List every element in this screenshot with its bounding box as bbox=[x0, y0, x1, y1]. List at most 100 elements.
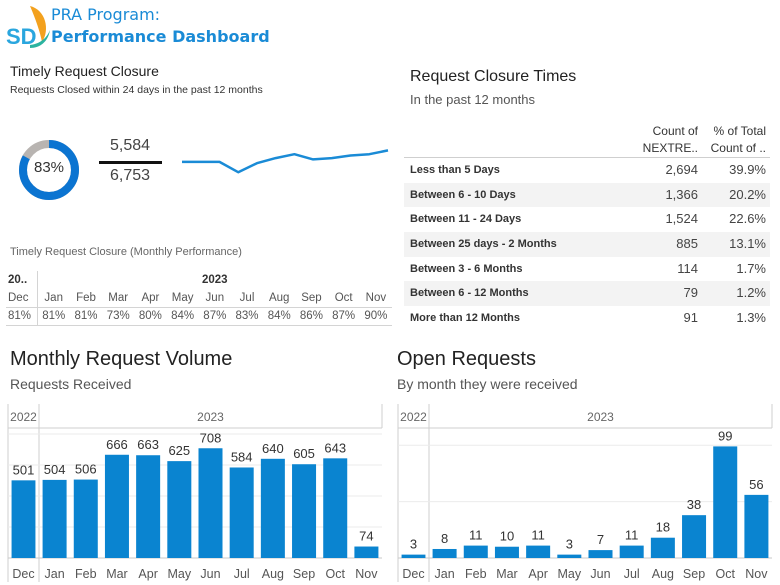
bar-value-label: 643 bbox=[324, 440, 346, 455]
month-value-cell[interactable]: 83% bbox=[230, 307, 264, 326]
row-count: 91 bbox=[683, 310, 698, 326]
bar-aug[interactable] bbox=[650, 537, 675, 558]
category-label-jun: Jun bbox=[200, 567, 220, 581]
row-count: 114 bbox=[677, 260, 698, 276]
bar-value-label: 708 bbox=[200, 430, 222, 445]
percent-column-header[interactable]: % of Total bbox=[700, 124, 766, 138]
bar-value-label: 504 bbox=[44, 462, 66, 477]
month-value-cell[interactable]: 90% bbox=[359, 307, 392, 326]
sparkline-series bbox=[182, 149, 389, 174]
month-header-sep: Sep bbox=[295, 289, 328, 308]
count-column-header-line2[interactable]: NEXTRE.. bbox=[620, 141, 698, 155]
bar-nov[interactable] bbox=[354, 546, 379, 558]
category-label-dec: Dec bbox=[402, 567, 424, 581]
month-value-cell[interactable]: 73% bbox=[102, 307, 135, 326]
closure-times-row[interactable]: Between 25 days - 2 Months 885 13.1% bbox=[404, 232, 770, 257]
bar-sep[interactable] bbox=[682, 515, 707, 558]
category-label-aug: Aug bbox=[262, 567, 284, 581]
closure-times-row[interactable]: Between 6 - 10 Days 1,366 20.2% bbox=[404, 182, 770, 208]
bar-aug[interactable] bbox=[260, 458, 285, 558]
month-value-cell[interactable]: 81% bbox=[37, 307, 70, 326]
bar-dec[interactable] bbox=[401, 554, 426, 558]
category-label-jul: Jul bbox=[624, 567, 640, 581]
row-label: Between 6 - 10 Days bbox=[410, 188, 516, 201]
bar-nov[interactable] bbox=[744, 494, 769, 558]
bar-dec[interactable] bbox=[11, 480, 36, 558]
month-value-cell[interactable]: 84% bbox=[263, 307, 296, 326]
bar-value-label: 7 bbox=[597, 532, 604, 547]
month-header-mar: Mar bbox=[102, 289, 135, 308]
bar-jun[interactable] bbox=[198, 448, 223, 558]
year-header-2023: 2023 bbox=[201, 274, 228, 286]
bar-oct[interactable] bbox=[323, 458, 348, 558]
row-percent: 1.2% bbox=[736, 285, 766, 301]
bar-apr[interactable] bbox=[136, 455, 161, 558]
sd-logo: SD bbox=[6, 6, 50, 49]
bar-feb[interactable] bbox=[463, 545, 488, 558]
open-requests-chart[interactable]: 2022 2023 3 Dec 8 Jan 11 Feb 10 Mar 11 Apr 3 May 7 Jun 1… bbox=[390, 404, 780, 585]
bar-value-label: 3 bbox=[410, 537, 417, 552]
open-requests-title: Open Requests bbox=[397, 348, 536, 370]
closure-times-row[interactable]: Between 3 - 6 Months 114 1.7% bbox=[404, 257, 770, 282]
open-requests-subtitle: By month they were received bbox=[397, 376, 578, 392]
percent-column-header-line2[interactable]: Count of .. bbox=[700, 141, 766, 155]
bar-value-label: 74 bbox=[359, 529, 373, 544]
row-count: 2,694 bbox=[665, 162, 698, 177]
row-count: 885 bbox=[676, 236, 698, 252]
bar-value-label: 11 bbox=[469, 528, 483, 543]
row-label: Between 3 - 6 Months bbox=[410, 262, 523, 275]
month-value-cell[interactable]: 80% bbox=[134, 307, 167, 326]
year-label-2022: 2022 bbox=[400, 410, 427, 424]
bar-apr[interactable] bbox=[526, 545, 551, 558]
bar-value-label: 584 bbox=[231, 449, 253, 464]
bar-value-label: 99 bbox=[718, 428, 732, 443]
category-label-apr: Apr bbox=[138, 567, 157, 581]
timely-closure-sparkline[interactable] bbox=[180, 140, 390, 180]
bar-value-label: 501 bbox=[13, 462, 35, 477]
closed-timely-count: 5,584 bbox=[109, 137, 151, 154]
bar-value-label: 666 bbox=[106, 437, 128, 452]
row-label: Between 25 days - 2 Months bbox=[410, 238, 557, 251]
bar-may[interactable] bbox=[557, 554, 582, 558]
category-label-aug: Aug bbox=[652, 567, 674, 581]
month-value-cell[interactable]: 84% bbox=[166, 307, 199, 326]
category-label-sep: Sep bbox=[293, 567, 315, 581]
bar-oct[interactable] bbox=[713, 446, 738, 558]
closure-times-row[interactable]: Between 6 - 12 Months 79 1.2% bbox=[404, 281, 770, 307]
closure-times-row[interactable]: More than 12 Months 91 1.3% bbox=[404, 306, 770, 331]
bar-feb[interactable] bbox=[73, 479, 98, 558]
bar-value-label: 56 bbox=[749, 477, 763, 492]
category-label-jun: Jun bbox=[590, 567, 610, 581]
timely-closure-percent: 83% bbox=[33, 159, 65, 176]
bar-jul[interactable] bbox=[229, 467, 254, 558]
bar-value-label: 605 bbox=[293, 446, 315, 461]
bar-mar[interactable] bbox=[104, 454, 129, 558]
closure-times-subtitle: In the past 12 months bbox=[410, 92, 536, 107]
bar-jan[interactable] bbox=[42, 479, 67, 558]
bar-jun[interactable] bbox=[588, 550, 613, 558]
category-label-nov: Nov bbox=[745, 567, 768, 581]
count-column-header[interactable]: Count of bbox=[620, 124, 698, 138]
bar-value-label: 625 bbox=[168, 443, 190, 458]
row-percent: 1.7% bbox=[736, 260, 766, 276]
bar-jul[interactable] bbox=[619, 545, 644, 558]
month-value-cell[interactable]: 81% bbox=[69, 307, 103, 326]
bar-mar[interactable] bbox=[494, 546, 519, 558]
bar-sep[interactable] bbox=[292, 464, 317, 558]
category-label-jan: Jan bbox=[45, 567, 65, 581]
closure-times-row[interactable]: Less than 5 Days 2,694 39.9% bbox=[404, 158, 770, 183]
month-value-cell[interactable]: 87% bbox=[198, 307, 231, 326]
month-value-cell[interactable]: 87% bbox=[327, 307, 360, 326]
bar-jan[interactable] bbox=[432, 548, 457, 558]
year-label-2022: 2022 bbox=[10, 410, 37, 424]
row-label: Between 11 - 24 Days bbox=[410, 213, 522, 226]
row-count: 79 bbox=[683, 285, 698, 301]
category-label-may: May bbox=[168, 567, 192, 581]
month-value-cell[interactable]: 86% bbox=[295, 307, 328, 326]
timely-closure-subtitle: Requests Closed within 24 days in the pa… bbox=[10, 84, 263, 96]
monthly-volume-chart[interactable]: 2022 2023 501 Dec 504 Jan 506 Feb 666 Mar 663 Apr 62… bbox=[0, 404, 390, 585]
row-label: Less than 5 Days bbox=[410, 164, 500, 176]
month-value-cell[interactable]: 81% bbox=[6, 307, 38, 326]
bar-may[interactable] bbox=[167, 461, 192, 558]
closure-times-row[interactable]: Between 11 - 24 Days 1,524 22.6% bbox=[404, 207, 770, 232]
